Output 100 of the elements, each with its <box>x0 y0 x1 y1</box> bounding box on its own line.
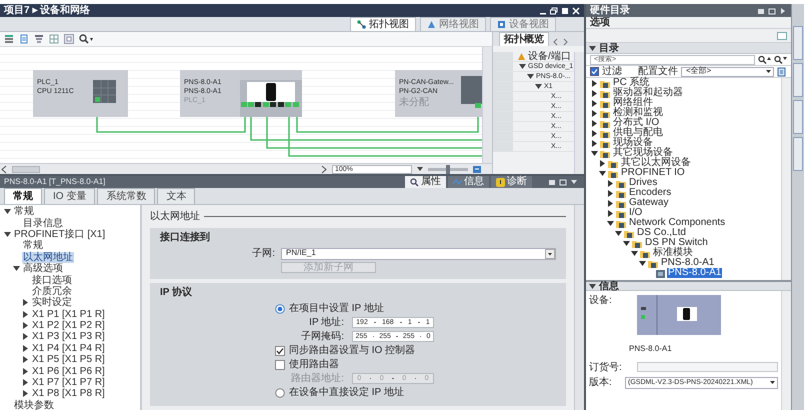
collapse-arrow-icon[interactable] <box>623 240 630 246</box>
nav-item[interactable]: 介质冗余 <box>31 286 73 297</box>
expand-arrow-icon[interactable] <box>591 110 598 116</box>
list-icon[interactable] <box>4 34 14 44</box>
catalog-item[interactable]: 标准模块 <box>652 248 694 258</box>
catalog-item[interactable]: PNS-8.0-A1 <box>667 268 722 278</box>
expand-arrow-icon[interactable] <box>591 140 598 146</box>
expand-arrow-icon[interactable] <box>607 200 614 206</box>
zoom-slider-thumb[interactable] <box>446 164 450 174</box>
collapse-arrow-icon[interactable] <box>13 265 20 272</box>
expand-arrow-icon[interactable] <box>22 310 29 318</box>
catalog-item[interactable]: Network Components <box>628 218 726 228</box>
nav-item[interactable]: 高级选项 <box>22 263 64 274</box>
nav-item[interactable]: X1 P3 [X1 P3 R] <box>31 331 106 342</box>
catalog-item[interactable]: DS PN Switch <box>644 238 709 248</box>
nav-item[interactable]: X1 P1 [X1 P1 R] <box>31 308 106 320</box>
catalog-item[interactable]: 分布式 I/O <box>612 118 660 128</box>
nav-item[interactable]: X1 P4 [X1 P4 R] <box>31 342 106 354</box>
expand-arrow-icon[interactable] <box>22 344 29 352</box>
caret-icon[interactable] <box>416 165 424 173</box>
window-icon[interactable] <box>777 30 787 40</box>
collapse-arrow-icon[interactable] <box>4 230 11 238</box>
radio-button[interactable] <box>275 388 285 398</box>
nav-item[interactable]: X1 P8 [X1 P8 R] <box>31 388 106 400</box>
collapse-arrow-icon[interactable] <box>589 44 596 52</box>
catalog-item[interactable]: 现场设备 <box>612 138 654 148</box>
collapse-arrow-icon[interactable] <box>589 282 596 290</box>
page-icon[interactable] <box>19 34 29 44</box>
collapse-arrow-icon[interactable] <box>4 208 11 216</box>
nav-item[interactable]: 目录信息 <box>22 218 64 229</box>
catalog-item[interactable]: Encoders <box>628 188 672 198</box>
nav-item[interactable]: PROFINET接口 [X1] <box>13 228 106 240</box>
scroll-right-icon[interactable] <box>562 38 569 46</box>
expand-arrow-icon[interactable] <box>591 100 598 106</box>
checkbox[interactable] <box>275 360 285 370</box>
catalog-item[interactable]: 供电与配电 <box>612 128 664 138</box>
nav-item[interactable]: 常规 <box>22 240 44 252</box>
catalog-item[interactable]: PROFINET IO <box>620 168 686 178</box>
catalog-item[interactable]: PNS-8.0-A1 <box>660 258 716 268</box>
subnet-dropdown[interactable]: PN/IE_1 <box>281 248 556 260</box>
document-icon[interactable] <box>777 66 787 76</box>
caret-icon[interactable] <box>545 248 555 258</box>
expand-arrow-icon[interactable] <box>22 368 29 375</box>
catalog-item[interactable]: PC 系统 <box>612 78 651 88</box>
scroll-left-icon[interactable] <box>552 38 559 46</box>
nav-item[interactable]: X1 P7 [X1 P7 R] <box>31 377 106 388</box>
collapse-arrow-icon[interactable] <box>607 220 614 226</box>
panel-tab[interactable]: 属性 <box>405 176 446 188</box>
nav-item[interactable]: X1 P5 [X1 P5 R] <box>31 354 106 366</box>
order-number-field[interactable] <box>637 362 778 372</box>
catalog-item[interactable]: DS Co.,Ltd <box>636 228 687 238</box>
close-icon[interactable] <box>572 6 580 14</box>
vertical-scrollbar[interactable] <box>574 205 584 410</box>
collapse-arrow-icon[interactable] <box>631 250 638 256</box>
vertical-scrollbar[interactable] <box>574 52 584 174</box>
vertical-scrollbar[interactable] <box>781 78 791 280</box>
view-icon[interactable] <box>472 164 482 174</box>
catalog-item[interactable]: Gateway <box>628 198 670 208</box>
checkbox[interactable] <box>275 346 285 356</box>
catalog-item[interactable]: 驱动器和起动器 <box>612 88 684 98</box>
expand-arrow-icon[interactable] <box>22 356 29 364</box>
collapse-arrow-icon[interactable] <box>519 63 526 70</box>
expand-arrow-icon[interactable] <box>607 190 614 196</box>
expand-arrow-icon[interactable] <box>22 390 29 398</box>
expand-arrow-icon[interactable] <box>22 379 29 386</box>
restore-icon[interactable] <box>550 6 558 14</box>
view-tab[interactable]: 网络视图 <box>420 17 486 31</box>
expand-arrow-icon[interactable] <box>591 90 598 96</box>
expand-arrow-icon[interactable] <box>22 322 29 330</box>
scroll-left-icon[interactable] <box>0 164 8 174</box>
search-up-icon[interactable] <box>758 54 771 64</box>
collapse-arrow-icon[interactable] <box>527 73 534 80</box>
expand-arrow-icon[interactable] <box>607 210 614 216</box>
nav-item[interactable]: 以太网地址 <box>22 252 74 263</box>
properties-tab[interactable]: 系统常数 <box>97 188 156 204</box>
nav-item[interactable]: X1 P2 [X1 P2 R] <box>31 320 106 332</box>
view-tab[interactable]: 拓扑视图 <box>350 17 416 31</box>
nav-item[interactable]: 实时设定 <box>31 297 73 308</box>
expand-arrow-icon[interactable] <box>591 80 598 86</box>
collapse-arrow-icon[interactable] <box>591 150 598 156</box>
expand-arrow-icon[interactable] <box>22 299 29 306</box>
radio-button[interactable] <box>275 304 285 314</box>
expand-arrow-icon[interactable] <box>591 130 598 136</box>
search-down-icon[interactable] <box>774 54 787 64</box>
collapse-arrow-icon[interactable] <box>615 230 622 236</box>
nav-item[interactable]: 模块参数 <box>13 400 55 410</box>
catalog-item[interactable]: I/O <box>628 208 644 218</box>
vertical-scrollbar[interactable] <box>781 291 791 410</box>
maximize-icon[interactable] <box>561 6 569 14</box>
horizontal-scrollbar[interactable] <box>12 166 40 172</box>
catalog-item[interactable]: 其它现场设备 <box>612 148 674 158</box>
catalog-item[interactable]: Drives <box>628 178 658 188</box>
properties-tab[interactable]: 常规 <box>4 188 42 204</box>
collapse-arrow-icon[interactable] <box>599 170 606 176</box>
collapse-panel-icon[interactable] <box>779 6 787 14</box>
nav-item[interactable]: 接口选项 <box>31 274 73 286</box>
frame-icon[interactable] <box>64 34 74 44</box>
nav-item[interactable]: X1 P6 [X1 P6 R] <box>31 366 106 377</box>
expand-arrow-icon[interactable] <box>607 180 614 186</box>
expand-arrow-icon[interactable] <box>599 160 606 166</box>
